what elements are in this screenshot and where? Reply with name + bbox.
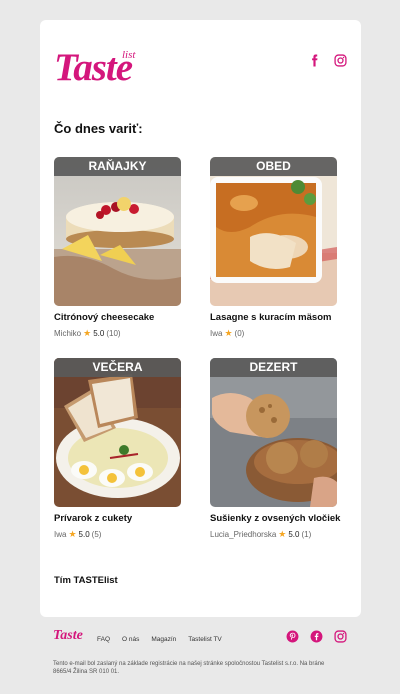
recipe-card[interactable]: DEZERT Sušienky z ovsených vločiek Lucia…	[210, 358, 340, 540]
footer-link-tv[interactable]: Tastelist TV	[188, 636, 221, 643]
rating-count: (0)	[234, 329, 245, 338]
recipe-meta: Iwa ★ (0)	[210, 328, 337, 339]
legal-text: Tento e-mail bol zaslaný na základe regi…	[53, 661, 325, 675]
rating-count: (1)	[301, 530, 312, 539]
star-icon: ★	[278, 529, 287, 539]
recipe-card[interactable]: RAŇAJKY Citrónový cheesecake Michiko ★ 5…	[54, 157, 181, 339]
recipe-image[interactable]: VEČERA	[54, 358, 181, 507]
recipe-author: Iwa	[210, 329, 223, 338]
category-label: RAŇAJKY	[54, 157, 181, 176]
footer-nav: FAQ O nás Magazín Tastelist TV	[97, 636, 222, 643]
category-label: OBED	[210, 157, 337, 176]
logo-sub: list	[122, 49, 136, 61]
tastelist-logo[interactable]: Taste list	[54, 46, 150, 89]
recipe-card[interactable]: VEČERA Prívarok z cukety Iwa ★ 5.0 (5)	[54, 358, 181, 540]
recipe-meta: Lucia_Priedhorska ★ 5.0 (1)	[210, 529, 337, 540]
footer-link-faq[interactable]: FAQ	[97, 636, 110, 643]
instagram-icon[interactable]	[334, 630, 347, 643]
recipe-name[interactable]: Sušienky z ovsených vločiek	[210, 513, 340, 524]
section-heading: Čo dnes variť:	[54, 121, 143, 136]
recipe-image[interactable]: OBED	[210, 157, 337, 306]
recipe-meta: Michiko ★ 5.0 (10)	[54, 328, 181, 339]
recipe-rating: 5.0	[93, 329, 105, 338]
facebook-icon[interactable]	[308, 54, 321, 67]
header-social	[308, 54, 347, 67]
logo-word: Taste	[54, 46, 133, 89]
recipe-card[interactable]: OBED Lasagne s kuracím mäsom Iwa ★ (0)	[210, 157, 337, 339]
star-icon: ★	[83, 328, 92, 338]
recipe-image[interactable]: DEZERT	[210, 358, 337, 507]
footer-logo[interactable]: Taste	[53, 628, 83, 644]
recipe-image[interactable]: RAŇAJKY	[54, 157, 181, 306]
pinterest-icon[interactable]	[286, 630, 299, 643]
recipe-meta: Iwa ★ 5.0 (5)	[54, 529, 181, 540]
footer-link-magazine[interactable]: Magazín	[151, 636, 176, 643]
facebook-icon[interactable]	[310, 630, 323, 643]
signature: Tím TASTElist	[54, 575, 118, 586]
footer-link-about[interactable]: O nás	[122, 636, 139, 643]
category-label: VEČERA	[54, 358, 181, 377]
recipe-name[interactable]: Prívarok z cukety	[54, 513, 181, 524]
category-label: DEZERT	[210, 358, 337, 377]
instagram-icon[interactable]	[334, 54, 347, 67]
star-icon: ★	[224, 328, 233, 338]
recipe-rating: 5.0	[78, 530, 90, 539]
recipe-name[interactable]: Citrónový cheesecake	[54, 312, 181, 323]
rating-count: (5)	[91, 530, 102, 539]
star-icon: ★	[68, 529, 77, 539]
email-card: Taste list Čo dnes variť: RAŇAJKY Citrón…	[40, 20, 361, 617]
recipe-name[interactable]: Lasagne s kuracím mäsom	[210, 312, 337, 323]
recipe-author: Lucia_Priedhorska	[210, 530, 277, 539]
recipe-author: Iwa	[54, 530, 67, 539]
rating-count: (10)	[106, 329, 121, 338]
footer-social	[286, 630, 347, 643]
recipe-rating: 5.0	[288, 530, 300, 539]
recipe-author: Michiko	[54, 329, 82, 338]
